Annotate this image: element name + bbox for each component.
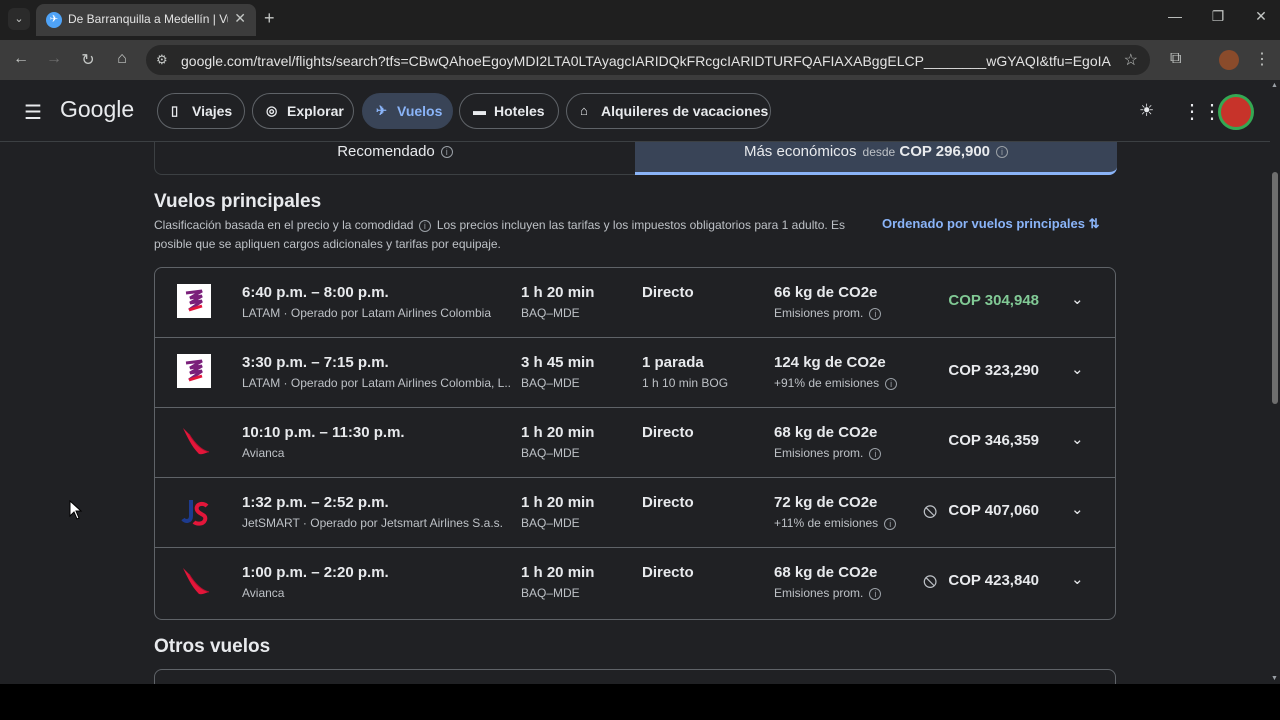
theme-icon[interactable]: ☀ (1139, 101, 1154, 121)
mouse-cursor-icon (69, 500, 83, 520)
back-button[interactable]: ← (11, 50, 31, 68)
window-close-button[interactable]: ✕ (1250, 8, 1272, 25)
close-icon[interactable]: ✕ (234, 10, 246, 27)
sort-tabs: Recomendado i Más económicos desde COP 296… (154, 142, 1117, 175)
house-icon: ⌂ (580, 103, 588, 118)
forward-button[interactable]: → (44, 50, 64, 68)
price: COP 346,359 (948, 432, 1039, 449)
plane-icon: ✈ (376, 103, 387, 118)
chevron-down-icon[interactable]: ⌄ (1071, 290, 1084, 308)
reload-button[interactable]: ↻ (78, 50, 98, 70)
info-icon[interactable]: i (884, 517, 897, 530)
nav-hoteles[interactable]: ▬ Hoteles (459, 93, 559, 129)
flight-row[interactable]: 1:32 p.m. – 2:52 p.m. JetSMART · Operado… (155, 478, 1115, 548)
extensions-icon[interactable]: ⧉ (1170, 50, 1181, 68)
no-carry-on-bag-icon: 🛇 (923, 504, 938, 520)
section-title: Vuelos principales (154, 191, 322, 212)
avianca-logo-icon (183, 568, 210, 595)
sort-arrows-icon: ⇅ (1088, 216, 1100, 231)
browser-tab[interactable]: ✈ De Barranquilla a Medellín | Vu ✕ (36, 4, 256, 36)
latam-logo-icon (177, 284, 211, 318)
price: COP 323,290 (948, 362, 1039, 379)
flight-row[interactable]: 6:40 p.m. – 8:00 p.m. LATAM · Operado po… (155, 268, 1115, 338)
info-icon[interactable]: i (869, 307, 882, 320)
info-icon[interactable]: i (885, 377, 898, 390)
chevron-down-icon[interactable]: ⌄ (1071, 570, 1084, 588)
nav-viajes[interactable]: ▯ Viajes (157, 93, 245, 129)
no-carry-on-bag-icon: 🛇 (923, 574, 938, 590)
ranking-description: Clasificación basada en el precio y la c… (154, 218, 846, 251)
price: COP 407,060 (948, 502, 1039, 519)
latam-logo-icon (177, 354, 211, 388)
flight-row[interactable]: 1:00 p.m. – 2:20 p.m. Avianca 1 h 20 min… (155, 548, 1115, 618)
flight-row[interactable]: 3:30 p.m. – 7:15 p.m. LATAM · Operado po… (155, 338, 1115, 408)
price: COP 304,948 (948, 292, 1039, 309)
avianca-logo-icon (183, 428, 210, 455)
info-icon[interactable]: i (418, 219, 431, 232)
restore-button[interactable]: ❐ (1207, 8, 1229, 25)
bed-icon: ▬ (473, 103, 486, 118)
chevron-down-icon[interactable]: ⌄ (1071, 500, 1084, 518)
google-logo[interactable]: Google (60, 96, 134, 123)
flight-results-list: 6:40 p.m. – 8:00 p.m. LATAM · Operado po… (154, 267, 1116, 620)
browser-tab-strip: ⌄ ✈ De Barranquilla a Medellín | Vu ✕ + … (0, 0, 1280, 40)
tab-recommended[interactable]: Recomendado i (155, 142, 635, 174)
new-tab-button[interactable]: + (264, 8, 275, 29)
more-menu-icon[interactable]: ⋮ (1254, 49, 1270, 69)
omnibox[interactable]: ⚙ google.com/travel/flights/search?tfs=C… (146, 45, 1150, 75)
profile-avatar[interactable] (1219, 50, 1239, 70)
jetsmart-logo-icon (181, 500, 209, 526)
luggage-icon: ▯ (171, 103, 179, 118)
price: COP 423,840 (948, 572, 1039, 589)
tab-cheapest[interactable]: Más económicos desde COP 296,900 i (635, 142, 1117, 175)
flights-page: ☰ Google ▯ Viajes ◎ Explorar ✈ Vuelos ▬ Hote… (0, 80, 1280, 684)
nav-alquileres[interactable]: ⌂ Alquileres de vacaciones (566, 93, 771, 129)
tab-title: De Barranquilla a Medellín | Vu (68, 12, 228, 26)
google-header: ☰ Google ▯ Viajes ◎ Explorar ✈ Vuelos ▬ Hote… (0, 80, 1280, 142)
chevron-down-icon[interactable]: ⌄ (1071, 360, 1084, 378)
address-bar: ← → ↻ ⌂ ⚙ google.com/travel/flights/sear… (0, 40, 1280, 80)
home-button[interactable]: ⌂ (112, 50, 132, 68)
scroll-up-icon[interactable]: ▲ (1271, 82, 1278, 89)
main-menu-icon[interactable]: ☰ (24, 100, 42, 125)
flights-favicon-icon: ✈ (46, 12, 62, 28)
info-icon[interactable]: i (869, 447, 882, 460)
flight-row[interactable]: 10:10 p.m. – 11:30 p.m. Avianca 1 h 20 m… (155, 408, 1115, 478)
scroll-down-icon[interactable]: ▼ (1271, 675, 1278, 682)
taskbar (0, 684, 1280, 720)
page-scrollbar[interactable]: ▲ ▼ (1270, 80, 1280, 684)
site-settings-icon[interactable]: ⚙ (156, 52, 168, 68)
explore-icon: ◎ (266, 103, 278, 118)
info-icon[interactable]: i (869, 587, 882, 600)
nav-explorar[interactable]: ◎ Explorar (252, 93, 354, 129)
other-flights-list (154, 669, 1116, 684)
bookmark-star-icon[interactable]: ☆ (1124, 50, 1138, 70)
chevron-down-icon[interactable]: ⌄ (1071, 430, 1084, 448)
scrollbar-thumb[interactable] (1272, 172, 1278, 404)
other-flights-title: Otros vuelos (154, 636, 271, 657)
minimize-button[interactable]: — (1164, 8, 1186, 24)
info-icon[interactable]: i (996, 146, 1009, 159)
tab-search-button[interactable]: ⌄ (8, 8, 30, 30)
account-avatar[interactable] (1218, 94, 1254, 130)
nav-vuelos[interactable]: ✈ Vuelos (362, 93, 453, 129)
info-icon[interactable]: i (440, 146, 453, 159)
url-text[interactable]: google.com/travel/flights/search?tfs=CBw… (181, 53, 1111, 69)
sort-by-button[interactable]: Ordenado por vuelos principales ⇅ (882, 216, 1100, 232)
